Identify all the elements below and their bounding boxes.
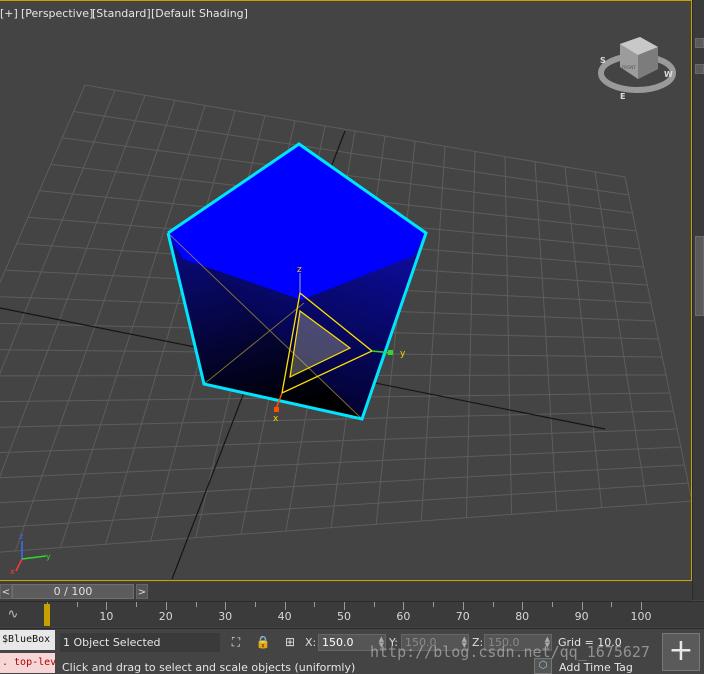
panel-scrollbar[interactable]	[695, 236, 704, 316]
time-next-button[interactable]: >	[136, 584, 148, 599]
ruler-tick	[492, 602, 494, 607]
ruler-tick	[165, 602, 167, 610]
app-window: z y x FRONT S W E z y x [+] [Perspective…	[0, 0, 704, 674]
status-bar: $BlueBox . top-lev 1 Object Selected ⛶ 🔒…	[0, 628, 704, 674]
ruler-tick-label: 60	[396, 610, 411, 623]
ruler-tick	[433, 602, 435, 607]
trackbar[interactable]: ∿ 0102030405060708090100	[0, 601, 704, 627]
time-prev-button[interactable]: <	[0, 584, 12, 599]
set-key-plus-button[interactable]: +	[662, 633, 700, 671]
ruler-tick	[314, 602, 316, 607]
ruler-tick	[522, 602, 524, 610]
ruler-tick	[373, 602, 375, 607]
ruler-tick-label: 100	[630, 610, 652, 623]
tripod-z-label: z	[19, 532, 23, 541]
tripod-x-label: x	[10, 567, 15, 576]
world-axis-tripod: z y x	[10, 532, 51, 576]
viewcube-compass-e: E	[620, 92, 625, 101]
gizmo-z-label: z	[297, 265, 302, 275]
grid-size-readout: Grid = 10.0	[558, 636, 622, 649]
viewport-scene[interactable]: z y x FRONT S W E z y x	[0, 1, 692, 581]
maxscript-listener-line[interactable]: $BlueBox	[0, 630, 55, 650]
ruler-tick	[195, 602, 197, 607]
prompt-line: Click and drag to select and scale objec…	[62, 661, 356, 674]
time-tag-icon[interactable]: ⬡	[534, 658, 552, 674]
mini-curve-editor-icon[interactable]: ∿	[3, 606, 23, 624]
ruler-tick-label: 70	[455, 610, 470, 623]
ruler-tick	[225, 602, 227, 610]
lock-icon[interactable]: 🔒	[254, 633, 272, 651]
y-label: Y:	[389, 636, 398, 649]
current-frame-marker[interactable]	[44, 604, 50, 626]
z-coordinate-field[interactable]: 150.0 ▲ ▼	[484, 634, 552, 651]
ruler-tick	[344, 602, 345, 610]
absolute-transform-icon[interactable]: ⊞	[281, 633, 299, 651]
ruler-tick	[254, 602, 256, 607]
ruler-tick-label: 10	[99, 610, 114, 623]
ruler-tick-label: 80	[515, 610, 530, 623]
perspective-viewport[interactable]: z y x FRONT S W E z y x [+] [Perspective…	[0, 0, 692, 581]
panel-edge-button[interactable]	[695, 64, 704, 74]
tripod-y-label: y	[46, 552, 51, 561]
panel-edge-button[interactable]	[695, 38, 704, 48]
ruler-tick	[284, 602, 286, 610]
ruler-tick-label: 30	[218, 610, 233, 623]
ruler-tick-label: 20	[158, 610, 173, 623]
viewcube-face-label: FRONT	[622, 65, 636, 70]
ruler-tick	[641, 602, 642, 610]
ruler-tick	[136, 602, 138, 607]
viewcube[interactable]: FRONT S W E	[598, 37, 676, 101]
viewport-standard-menu[interactable]: [Standard]	[92, 7, 151, 20]
ruler-tick	[403, 602, 405, 610]
gizmo-x-label: x	[273, 414, 279, 424]
ruler-tick	[611, 602, 613, 607]
viewcube-compass-s: S	[600, 56, 606, 65]
ruler-tick	[462, 602, 464, 610]
add-time-tag-button[interactable]: Add Time Tag	[559, 661, 633, 674]
ruler-tick	[551, 602, 553, 607]
ruler-tick	[76, 602, 78, 607]
viewport-plus-menu[interactable]: [+]	[0, 7, 18, 20]
viewport-shading-menu[interactable]: [Default Shading]	[151, 7, 248, 20]
time-slider[interactable]: < 0 / 100 >	[0, 582, 692, 601]
selection-status: 1 Object Selected	[60, 633, 220, 652]
y-value: 150.0	[405, 636, 437, 649]
ruler-tick	[106, 602, 108, 610]
z-value: 150.0	[488, 636, 520, 649]
time-slider-handle[interactable]: 0 / 100	[12, 584, 134, 599]
y-coordinate-field[interactable]: 150.0 ▲ ▼	[401, 634, 469, 651]
viewcube-compass-w: W	[664, 70, 673, 79]
viewport-pov-menu[interactable]: [Perspective]	[21, 7, 93, 20]
maxscript-result-line[interactable]: . top-lev	[0, 653, 55, 673]
isolate-selection-icon[interactable]: ⛶	[227, 633, 245, 651]
command-panel-edge	[692, 0, 704, 600]
gizmo-y-label: y	[400, 349, 406, 359]
x-coordinate-field[interactable]: 150.0 ▲ ▼	[318, 634, 386, 651]
x-label: X:	[305, 636, 317, 649]
trackbar-ruler[interactable]: 0102030405060708090100	[44, 602, 664, 628]
x-value: 150.0	[322, 636, 354, 649]
ruler-tick-label: 90	[574, 610, 589, 623]
ruler-tick-label: 40	[277, 610, 292, 623]
ruler-tick	[581, 602, 583, 610]
ruler-tick-label: 50	[337, 610, 351, 623]
blue-box[interactable]	[166, 142, 428, 421]
z-label: Z:	[472, 636, 484, 649]
